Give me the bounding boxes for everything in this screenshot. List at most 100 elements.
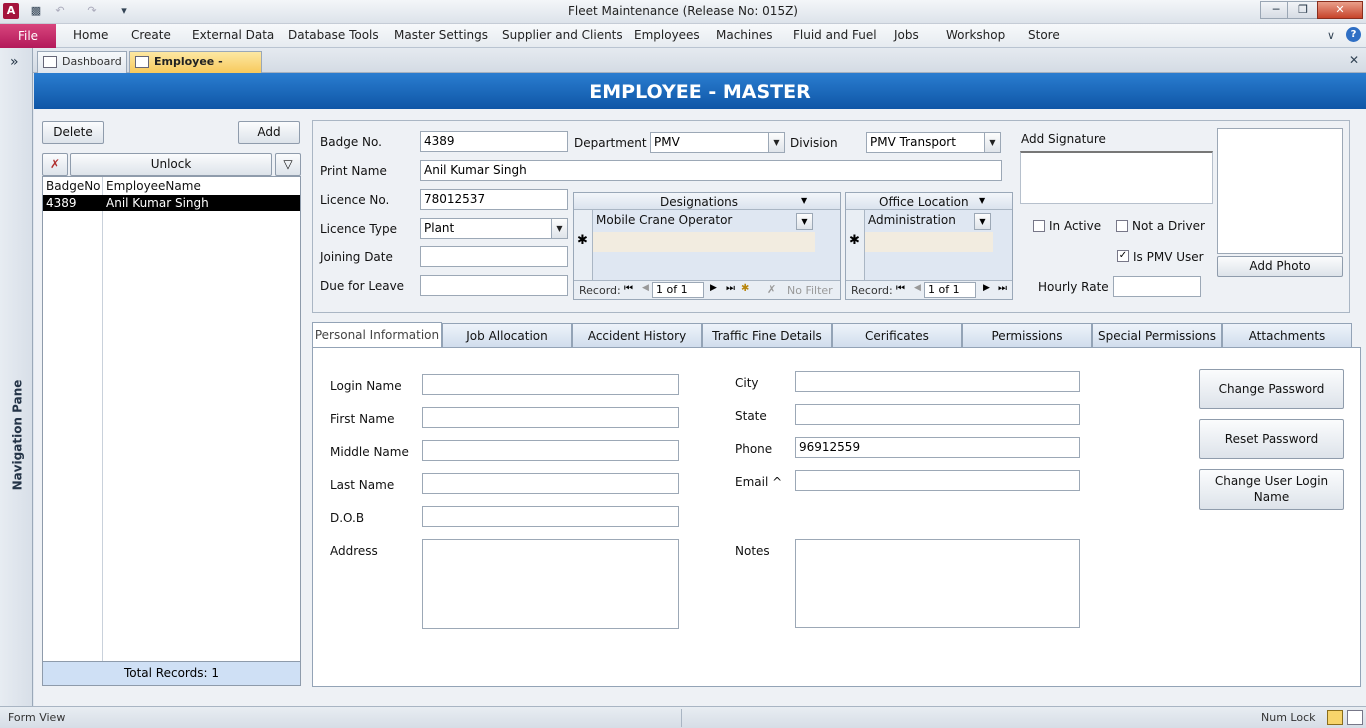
navigation-pane[interactable]: » Navigation Pane bbox=[0, 48, 33, 706]
tab-personal-information[interactable]: Personal Information bbox=[312, 322, 442, 348]
office-location-subform[interactable]: Office Location ▼ Administration ▼ ✱ Rec… bbox=[845, 192, 1013, 300]
tab-attachments[interactable]: Attachments bbox=[1222, 323, 1352, 348]
close-document-icon[interactable]: ✕ bbox=[1349, 53, 1359, 67]
tab-cerificates[interactable]: Cerificates bbox=[832, 323, 962, 348]
menu-supplier-and-clients[interactable]: Supplier and Clients bbox=[502, 28, 623, 42]
file-tab[interactable]: File bbox=[0, 24, 56, 48]
dropdown-arrow-icon[interactable]: ▼ bbox=[984, 133, 1000, 152]
menu-master-settings[interactable]: Master Settings bbox=[394, 28, 488, 42]
city-field[interactable] bbox=[795, 371, 1080, 392]
designations-header[interactable]: Designations bbox=[660, 195, 738, 209]
current-record-field[interactable]: 1 of 1 bbox=[652, 282, 704, 298]
menu-home[interactable]: Home bbox=[73, 28, 108, 42]
address-field[interactable] bbox=[422, 539, 679, 629]
menu-create[interactable]: Create bbox=[131, 28, 171, 42]
tab-special-permissions[interactable]: Special Permissions bbox=[1092, 323, 1222, 348]
tab-dashboard[interactable]: Dashboard bbox=[37, 51, 127, 73]
state-field[interactable] bbox=[795, 404, 1080, 425]
no-filter-label[interactable]: No Filter bbox=[787, 284, 833, 297]
in-active-checkbox[interactable] bbox=[1033, 220, 1045, 232]
last-record-icon[interactable]: ⏭ bbox=[998, 283, 1007, 294]
first-record-icon[interactable]: ⏮ bbox=[624, 283, 633, 294]
change-password-button[interactable]: Change Password bbox=[1199, 369, 1344, 409]
designations-subform[interactable]: Designations ▼ Mobile Crane Operator ▼ ✱… bbox=[573, 192, 841, 300]
tab-employee-master[interactable]: Employee - Master bbox=[129, 51, 262, 88]
sort-arrow-icon[interactable]: ▼ bbox=[801, 196, 807, 205]
division-combo[interactable]: PMV Transport ▼ bbox=[866, 132, 1001, 153]
tab-traffic-fine-details[interactable]: Traffic Fine Details bbox=[702, 323, 832, 348]
tab-permissions[interactable]: Permissions bbox=[962, 323, 1092, 348]
department-combo[interactable]: PMV ▼ bbox=[650, 132, 785, 153]
menu-database-tools[interactable]: Database Tools bbox=[288, 28, 379, 42]
no-filter-icon[interactable]: ✗ bbox=[767, 283, 776, 296]
unlock-button[interactable]: Unlock bbox=[70, 153, 272, 176]
table-row[interactable]: 4389 Anil Kumar Singh bbox=[43, 195, 300, 211]
menu-fluid-and-fuel[interactable]: Fluid and Fuel bbox=[793, 28, 877, 42]
licence-type-combo[interactable]: Plant ▼ bbox=[420, 218, 568, 239]
hourly-rate-field[interactable] bbox=[1113, 276, 1201, 297]
clear-filter-icon[interactable]: ✗ bbox=[42, 153, 68, 176]
menu-employees[interactable]: Employees bbox=[634, 28, 700, 42]
designation-value[interactable]: Mobile Crane Operator bbox=[596, 213, 732, 227]
dropdown-arrow-icon[interactable]: ▼ bbox=[974, 213, 991, 230]
reset-password-button[interactable]: Reset Password bbox=[1199, 419, 1344, 459]
dropdown-arrow-icon[interactable]: ▼ bbox=[768, 133, 784, 152]
first-record-icon[interactable]: ⏮ bbox=[896, 283, 905, 294]
badge-field[interactable]: 4389 bbox=[420, 131, 568, 152]
employee-list[interactable]: BadgeNo EmployeeName 4389 Anil Kumar Sin… bbox=[42, 176, 301, 686]
menu-workshop[interactable]: Workshop bbox=[946, 28, 1005, 42]
expand-nav-icon[interactable]: » bbox=[10, 54, 19, 70]
sort-arrow-icon[interactable]: ▼ bbox=[979, 196, 985, 205]
menu-store[interactable]: Store bbox=[1028, 28, 1060, 42]
column-header-badgeno[interactable]: BadgeNo bbox=[46, 179, 101, 193]
add-button[interactable]: Add bbox=[238, 121, 300, 144]
notes-field[interactable] bbox=[795, 539, 1080, 628]
email-field[interactable] bbox=[795, 470, 1080, 491]
login-name-field[interactable] bbox=[422, 374, 679, 395]
close-window-button[interactable]: ✕ bbox=[1317, 1, 1363, 19]
design-view-icon[interactable] bbox=[1347, 710, 1363, 725]
help-icon[interactable]: ? bbox=[1346, 27, 1361, 42]
middle-name-field[interactable] bbox=[422, 440, 679, 461]
menu-machines[interactable]: Machines bbox=[716, 28, 772, 42]
current-record-field[interactable]: 1 of 1 bbox=[924, 282, 976, 298]
next-record-icon[interactable]: ▶ bbox=[710, 283, 717, 293]
office-location-header[interactable]: Office Location bbox=[879, 195, 969, 209]
not-a-driver-checkbox[interactable] bbox=[1116, 220, 1128, 232]
ribbon-collapse-icon[interactable]: ∨ bbox=[1327, 29, 1335, 42]
menu-external-data[interactable]: External Data bbox=[192, 28, 274, 42]
phone-field[interactable]: 96912559 bbox=[795, 437, 1080, 458]
dob-field[interactable] bbox=[422, 506, 679, 527]
next-record-icon[interactable]: ▶ bbox=[983, 283, 990, 293]
filter-icon[interactable]: ▽ bbox=[275, 153, 301, 176]
new-record-row[interactable] bbox=[593, 232, 815, 252]
last-name-field[interactable] bbox=[422, 473, 679, 494]
joining-date-field[interactable] bbox=[420, 246, 568, 267]
column-header-employeename[interactable]: EmployeeName bbox=[106, 179, 201, 193]
tab-accident-history[interactable]: Accident History bbox=[572, 323, 702, 348]
form-view-icon[interactable] bbox=[1327, 710, 1343, 725]
delete-button[interactable]: Delete bbox=[42, 121, 104, 144]
previous-record-icon[interactable]: ◀ bbox=[914, 283, 921, 293]
last-record-icon[interactable]: ⏭ bbox=[726, 283, 735, 294]
add-signature-label[interactable]: Add Signature bbox=[1021, 132, 1106, 146]
division-label: Division bbox=[790, 136, 838, 150]
office-location-value[interactable]: Administration bbox=[868, 213, 956, 227]
first-name-field[interactable] bbox=[422, 407, 679, 428]
due-for-leave-field[interactable] bbox=[420, 275, 568, 296]
add-photo-button[interactable]: Add Photo bbox=[1217, 256, 1343, 277]
licence-no-field[interactable]: 78012537 bbox=[420, 189, 568, 210]
previous-record-icon[interactable]: ◀ bbox=[642, 283, 649, 293]
tab-job-allocation[interactable]: Job Allocation bbox=[442, 323, 572, 348]
new-record-nav-icon[interactable]: ✱ bbox=[741, 283, 749, 294]
dropdown-arrow-icon[interactable]: ▼ bbox=[796, 213, 813, 230]
change-user-login-name-button[interactable]: Change User Login Name bbox=[1199, 469, 1344, 510]
print-name-field[interactable]: Anil Kumar Singh bbox=[420, 160, 1002, 181]
is-pmv-user-checkbox[interactable]: ✓ bbox=[1117, 250, 1129, 262]
menu-jobs[interactable]: Jobs bbox=[894, 28, 919, 42]
signature-box[interactable] bbox=[1020, 151, 1213, 204]
new-record-row[interactable] bbox=[865, 232, 993, 252]
maximize-button[interactable]: ❐ bbox=[1287, 1, 1319, 19]
dropdown-arrow-icon[interactable]: ▼ bbox=[551, 219, 567, 238]
last-name-label: Last Name bbox=[330, 478, 395, 492]
